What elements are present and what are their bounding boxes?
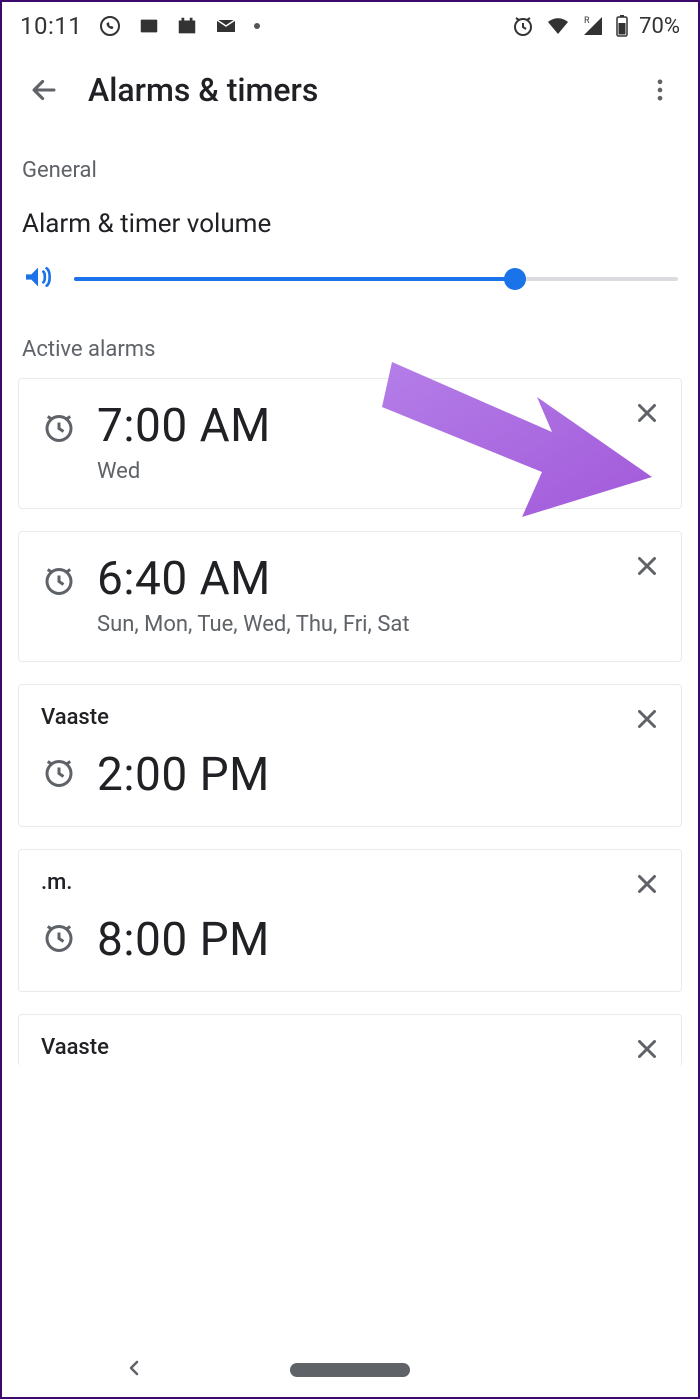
- alarm-card[interactable]: Vaaste 2:00 PM: [18, 684, 682, 827]
- calendar-icon: [176, 15, 198, 37]
- alarm-clock-icon: [41, 562, 77, 602]
- alarm-time: 7:00 AM: [97, 399, 271, 453]
- alarm-card[interactable]: 6:40 AM Sun, Mon, Tue, Wed, Thu, Fri, Sa…: [18, 531, 682, 662]
- alarm-time: 2:00 PM: [97, 748, 270, 802]
- alarm-clock-icon: [41, 409, 77, 449]
- alarm-title: Vaaste: [41, 705, 659, 730]
- dismiss-alarm-button[interactable]: [627, 393, 667, 433]
- alarm-days: Wed: [97, 459, 271, 484]
- volume-icon: [22, 261, 54, 297]
- alarm-time: 8:00 PM: [97, 913, 270, 967]
- battery-icon: [615, 14, 629, 38]
- dismiss-alarm-button[interactable]: [627, 546, 667, 586]
- nav-home-pill[interactable]: [290, 1363, 410, 1377]
- mail-icon: [214, 14, 238, 38]
- alarm-clock-icon: [41, 919, 77, 959]
- alarm-card[interactable]: .m. 8:00 PM: [18, 849, 682, 992]
- dismiss-alarm-button[interactable]: [627, 1029, 667, 1069]
- svg-text:R: R: [584, 16, 590, 26]
- signal-icon: R: [581, 14, 605, 38]
- page-title: Alarms & timers: [88, 71, 632, 109]
- back-button[interactable]: [12, 58, 76, 122]
- whatsapp-icon: [98, 14, 122, 38]
- alarm-card[interactable]: 7:00 AM Wed: [18, 378, 682, 509]
- slider-thumb[interactable]: [504, 268, 526, 290]
- alarm-title: Vaaste: [41, 1035, 659, 1060]
- section-active-alarms-label: Active alarms: [22, 337, 678, 362]
- more-options-button[interactable]: [632, 62, 688, 118]
- wifi-icon: [545, 14, 571, 38]
- volume-label: Alarm & timer volume: [22, 209, 678, 239]
- dismiss-alarm-button[interactable]: [627, 699, 667, 739]
- more-notifications-dot: [254, 23, 260, 29]
- nav-back-button[interactable]: [122, 1356, 146, 1384]
- nav-bar: [2, 1343, 698, 1397]
- app-bar: Alarms & timers: [2, 50, 698, 130]
- alarm-days: Sun, Mon, Tue, Wed, Thu, Fri, Sat: [97, 612, 410, 637]
- alarm-status-icon: [511, 14, 535, 38]
- folder-icon: [138, 15, 160, 37]
- section-general-label: General: [22, 158, 678, 183]
- alarm-title: .m.: [41, 870, 659, 895]
- alarm-card[interactable]: Vaaste: [18, 1014, 682, 1066]
- alarm-clock-icon: [41, 754, 77, 794]
- alarm-time: 6:40 AM: [97, 552, 410, 606]
- battery-percentage: 70%: [639, 14, 680, 39]
- dismiss-alarm-button[interactable]: [627, 864, 667, 904]
- status-bar: 10:11 R 70%: [2, 2, 698, 50]
- status-time: 10:11: [20, 12, 82, 40]
- volume-slider[interactable]: [74, 265, 678, 293]
